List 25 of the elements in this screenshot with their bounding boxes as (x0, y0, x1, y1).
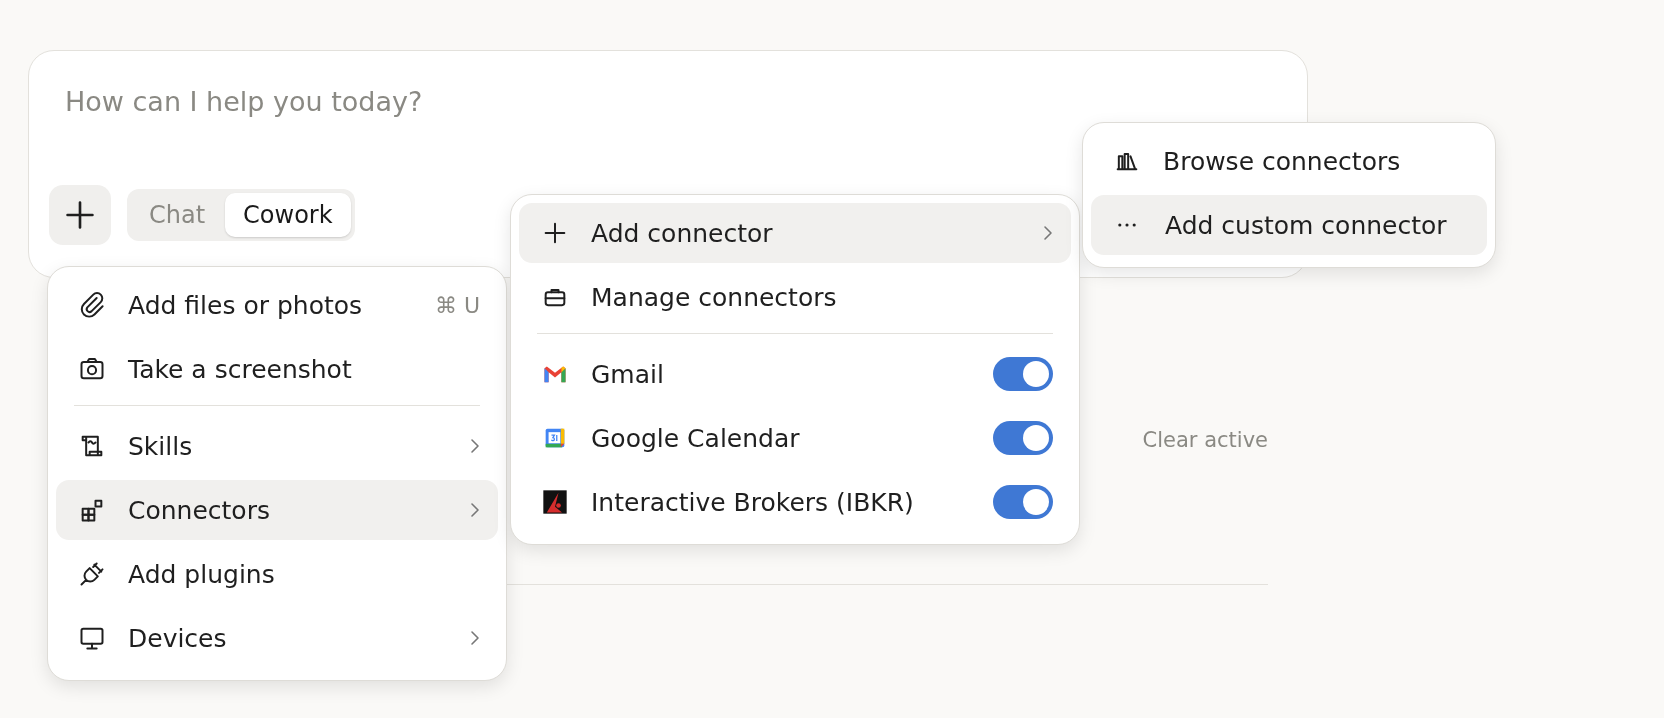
menu-item[interactable]: Browse connectors (1091, 131, 1487, 191)
shortcut-hint: ⌘ U (434, 292, 480, 318)
more-icon (1118, 223, 1136, 227)
toggle-switch[interactable] (993, 357, 1053, 391)
message-input[interactable]: How can I help you today? (65, 79, 965, 123)
toggle-switch[interactable] (993, 485, 1053, 519)
broker-logo-icon (541, 488, 569, 516)
menu-item[interactable]: Gmail (519, 344, 1071, 404)
menu-item[interactable]: Skills (56, 416, 498, 476)
plug-icon (78, 560, 106, 588)
mode-tab[interactable]: Cowork (225, 193, 351, 237)
menu-item[interactable]: Add connector (519, 203, 1071, 263)
menu-item[interactable]: Devices (56, 608, 498, 668)
toggle-switch[interactable] (993, 421, 1053, 455)
menu-item[interactable]: Add files or photos ⌘ U (56, 275, 498, 335)
menu-item[interactable]: Manage connectors (519, 267, 1071, 327)
paperclip-icon (78, 291, 106, 319)
add-button[interactable] (49, 185, 111, 245)
menu-item[interactable]: Interactive Brokers (IBKR) (519, 472, 1071, 532)
menu-item[interactable]: Add custom connector (1091, 195, 1487, 255)
menu-item[interactable]: Add plugins (56, 544, 498, 604)
menu-item[interactable]: Connectors (56, 480, 498, 540)
menu-item[interactable]: Google Calendar (519, 408, 1071, 468)
menu-item[interactable]: Take a screenshot (56, 339, 498, 399)
plus-icon (66, 201, 94, 229)
